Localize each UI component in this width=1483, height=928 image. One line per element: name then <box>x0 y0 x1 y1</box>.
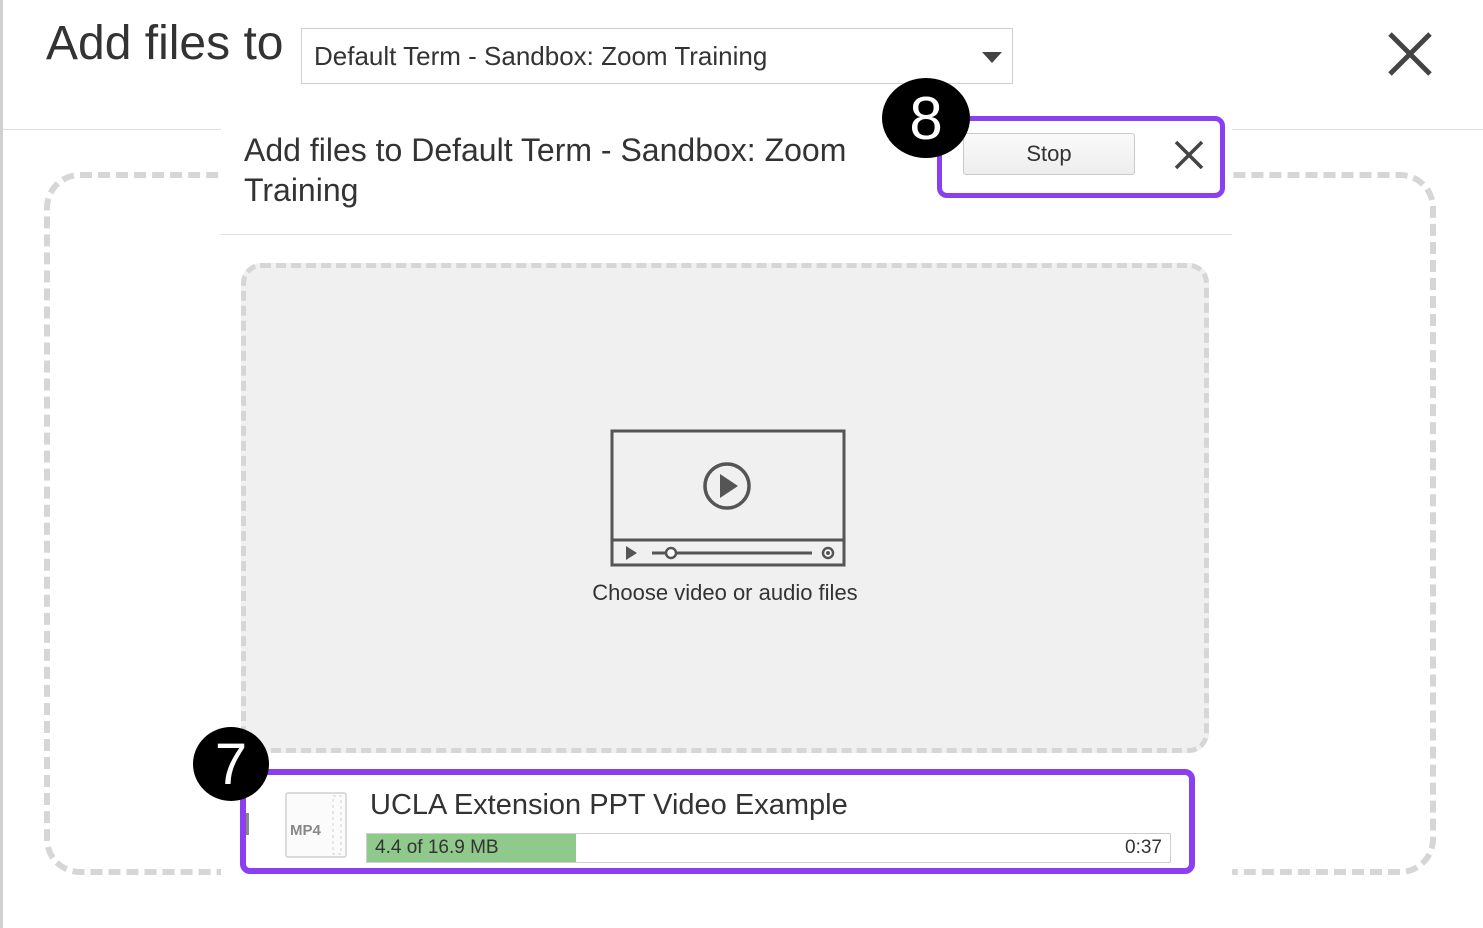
video-player-icon <box>610 429 846 567</box>
callout-badge-7: 7 <box>193 727 269 801</box>
dialog-divider <box>221 234 1232 235</box>
close-icon[interactable] <box>1384 28 1436 80</box>
svg-text:MP4: MP4 <box>290 822 322 839</box>
left-edge-divider <box>0 0 3 928</box>
term-select-value: Default Term - Sandbox: Zoom Training <box>314 41 768 71</box>
stop-button[interactable]: Stop <box>963 133 1135 175</box>
time-remaining: 0:37 <box>1125 837 1162 858</box>
row-marker <box>246 813 249 835</box>
stop-highlight: Stop <box>937 116 1225 198</box>
dialog-title: Add files to Default Term - Sandbox: Zoo… <box>244 132 847 208</box>
upload-file-row: MP4 UCLA Extension PPT Video Example 4.4… <box>240 769 1195 874</box>
chevron-down-icon <box>982 52 1002 63</box>
upload-progress-bar: 4.4 of 16.9 MB 0:37 <box>366 833 1171 863</box>
file-drop-zone[interactable]: Choose video or audio files <box>241 263 1209 753</box>
callout-badge-8: 8 <box>882 78 970 158</box>
mp4-file-icon: MP4 <box>285 792 347 858</box>
drop-zone-label: Choose video or audio files <box>592 580 858 605</box>
page-title: Add files to <box>46 17 284 70</box>
upload-dialog: Add files to Default Term - Sandbox: Zoo… <box>221 116 1232 928</box>
term-select[interactable]: Default Term - Sandbox: Zoom Training <box>301 28 1013 84</box>
file-name: UCLA Extension PPT Video Example <box>370 789 848 821</box>
close-icon[interactable] <box>1173 139 1205 171</box>
play-icon <box>720 474 738 498</box>
progress-size-text: 4.4 of 16.9 MB <box>375 837 499 858</box>
